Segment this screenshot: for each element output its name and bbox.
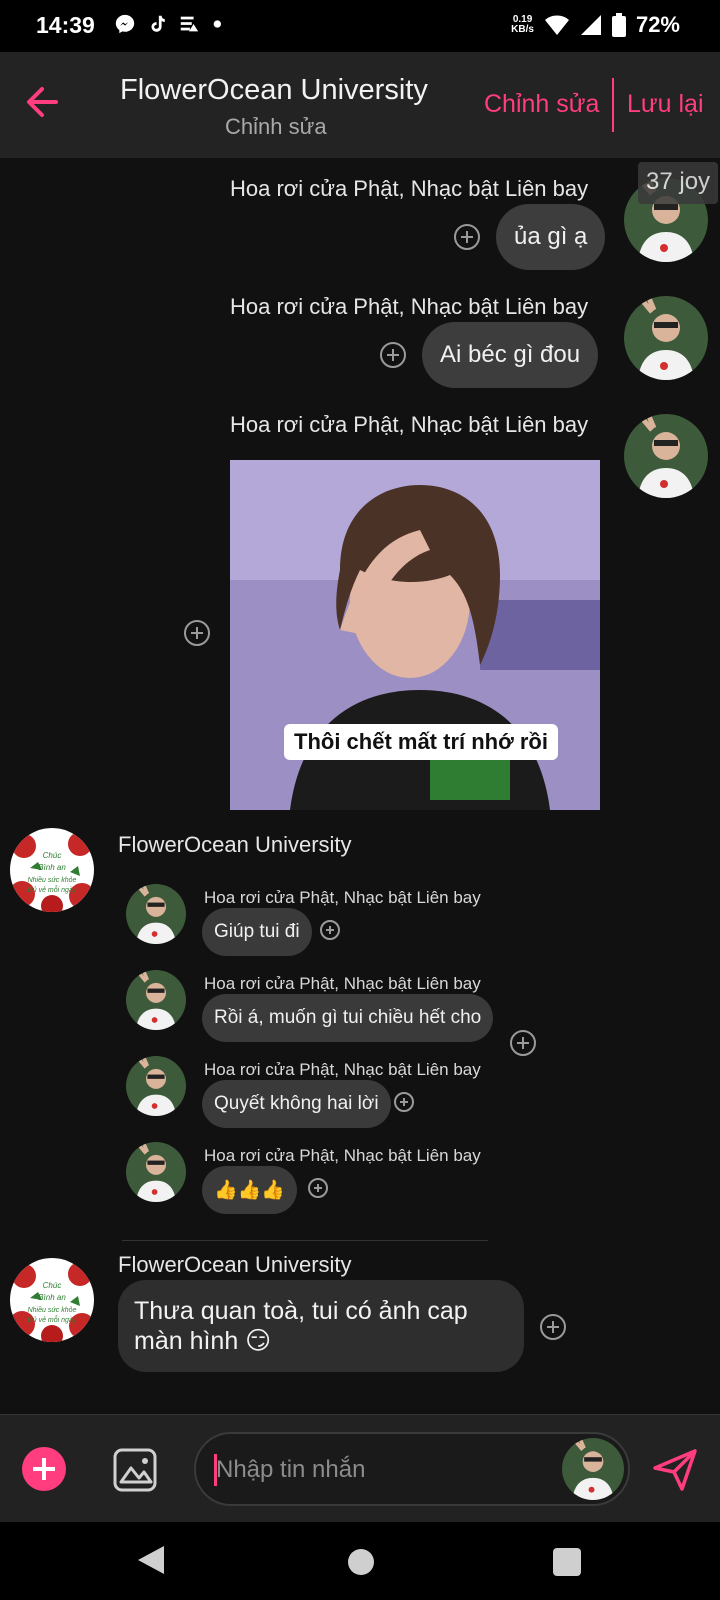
quoted-sender-name: Hoa rơi cửa Phật, Nhạc bật Liên bay [204, 1060, 481, 1079]
meme-image[interactable]: Thôi chết mất trí nhớ rồi [230, 460, 600, 810]
system-nav-bar [0, 1522, 720, 1600]
meme-caption: Thôi chết mất trí nhớ rồi [284, 724, 558, 760]
message-bubble[interactable]: ủa gì ạ [496, 204, 606, 270]
avatar-photo [126, 1056, 186, 1116]
avatar-photo [624, 296, 708, 380]
avatar[interactable]: Chúc Bình an Nhiều sức khỏe Đủ vẻ mỗi ng… [10, 1258, 94, 1342]
avatar[interactable]: Chúc Bình an Nhiều sức khỏe Đủ vẻ mỗi ng… [10, 828, 94, 912]
svg-text:Chúc: Chúc [43, 851, 62, 860]
status-bar: 14:39 0.19 KB/s 72% [0, 0, 720, 52]
battery-icon [611, 13, 626, 37]
avatar[interactable] [126, 884, 186, 944]
svg-text:Đủ vẻ mỗi ngày: Đủ vẻ mỗi ngày [28, 885, 77, 894]
gallery-icon[interactable] [112, 1447, 158, 1493]
add-reaction-icon[interactable] [380, 342, 406, 368]
status-time: 14:39 [36, 12, 95, 38]
add-reaction-icon[interactable] [510, 1030, 536, 1056]
page-subtitle: Chỉnh sửa [225, 114, 327, 139]
add-attachment-button[interactable] [22, 1447, 66, 1491]
add-reaction-icon[interactable] [394, 1092, 414, 1112]
avatar[interactable] [126, 970, 186, 1030]
wifi-icon [544, 15, 569, 35]
svg-text:Nhiều sức khỏe: Nhiều sức khỏe [28, 875, 77, 884]
battery-percent: 72% [635, 12, 680, 37]
quoted-sender-name: Hoa rơi cửa Phật, Nhạc bật Liên bay [204, 1146, 481, 1165]
signal-icon [580, 15, 601, 35]
avatar-photo [126, 970, 186, 1030]
avatar[interactable] [624, 414, 708, 498]
avatar-photo [624, 414, 708, 498]
header-divider [612, 78, 614, 132]
quoted-sender-name: Hoa rơi cửa Phật, Nhạc bật Liên bay [204, 974, 481, 993]
add-reaction-icon[interactable] [320, 920, 340, 940]
message-sender-name: Hoa rơi cửa Phật, Nhạc bật Liên bay [230, 412, 589, 437]
add-reaction-icon[interactable] [308, 1178, 328, 1198]
quote-divider [122, 1240, 488, 1241]
message-text-line: màn hình 😏 [134, 1327, 272, 1355]
rose-avatar-photo: Chúc Bình an Nhiều sức khỏe Đủ vẻ mỗi ng… [10, 828, 94, 912]
status-notification-icons [114, 13, 232, 35]
message-input-placeholder: Nhập tin nhắn [216, 1456, 366, 1483]
message-input[interactable]: Nhập tin nhắn [194, 1432, 630, 1506]
avatar[interactable] [624, 296, 708, 380]
message-sender-name: FlowerOcean University [118, 832, 352, 857]
svg-text:Chúc: Chúc [43, 1281, 62, 1290]
add-reaction-icon[interactable] [454, 224, 480, 250]
chat-header: FlowerOcean University Chỉnh sửa Chỉnh s… [0, 52, 720, 158]
avatar-photo [126, 1142, 186, 1202]
quoted-bubble[interactable]: Rồi á, muốn gì tui chiều hết cho [202, 994, 494, 1042]
svg-text:Nhiều sức khỏe: Nhiều sức khỏe [28, 1305, 77, 1314]
quoted-bubble[interactable]: Quyết không hai lời [202, 1080, 391, 1128]
messenger-icon [115, 14, 135, 34]
svg-text:Bình an: Bình an [38, 863, 66, 872]
save-button[interactable]: Lưu lại [627, 90, 704, 119]
message-text-line: Thưa quan toà, tui có ảnh cap [134, 1297, 468, 1325]
rose-avatar-photo: Chúc Bình an Nhiều sức khỏe Đủ vẻ mỗi ng… [10, 1258, 94, 1342]
edit-button[interactable]: Chỉnh sửa [484, 90, 599, 119]
message-list[interactable]: Hoa rơi cửa Phật, Nhạc bật Liên bay ủa g… [0, 158, 720, 1414]
nav-home-icon[interactable] [348, 1549, 374, 1575]
add-reaction-icon[interactable] [184, 620, 210, 646]
avatar[interactable] [126, 1142, 186, 1202]
svg-text:Bình an: Bình an [38, 1293, 66, 1302]
quoted-sender-name: Hoa rơi cửa Phật, Nhạc bật Liên bay [204, 888, 481, 907]
add-reaction-icon[interactable] [540, 1314, 566, 1340]
avatar-photo [562, 1438, 624, 1500]
message-sender-name: Hoa rơi cửa Phật, Nhạc bật Liên bay [230, 176, 589, 201]
svg-text:Đủ vẻ mỗi ngày: Đủ vẻ mỗi ngày [28, 1315, 77, 1324]
message-sender-name: FlowerOcean University [118, 1252, 352, 1277]
quoted-bubble[interactable]: Giúp tui đi [202, 908, 312, 956]
net-speed: 0.19 KB/s [511, 14, 534, 35]
avatar[interactable] [126, 1056, 186, 1116]
send-icon[interactable] [652, 1447, 698, 1493]
quoted-bubble[interactable]: 👍👍👍 [202, 1166, 297, 1214]
message-sender-name: Hoa rơi cửa Phật, Nhạc bật Liên bay [230, 294, 589, 319]
tiktok-icon [151, 15, 165, 32]
nav-recents-icon[interactable] [553, 1548, 581, 1576]
status-system-icons: 0.19 KB/s 72% [511, 12, 680, 38]
page-title: FlowerOcean University [120, 74, 428, 106]
back-arrow-icon[interactable] [22, 82, 62, 122]
message-bubble[interactable]: Ai béc gì đou [422, 322, 599, 388]
dot-icon [213, 20, 221, 28]
avatar-photo [126, 884, 186, 944]
data-saver-icon [180, 16, 199, 32]
nav-back-icon[interactable] [136, 1544, 166, 1576]
reaction-tag: 37 joy [638, 162, 719, 204]
message-bubble[interactable]: Thưa quan toà, tui có ảnh cap màn hình 😏 [118, 1280, 524, 1372]
message-composer: Nhập tin nhắn [0, 1414, 720, 1522]
sticker-avatar-button[interactable] [562, 1438, 624, 1500]
